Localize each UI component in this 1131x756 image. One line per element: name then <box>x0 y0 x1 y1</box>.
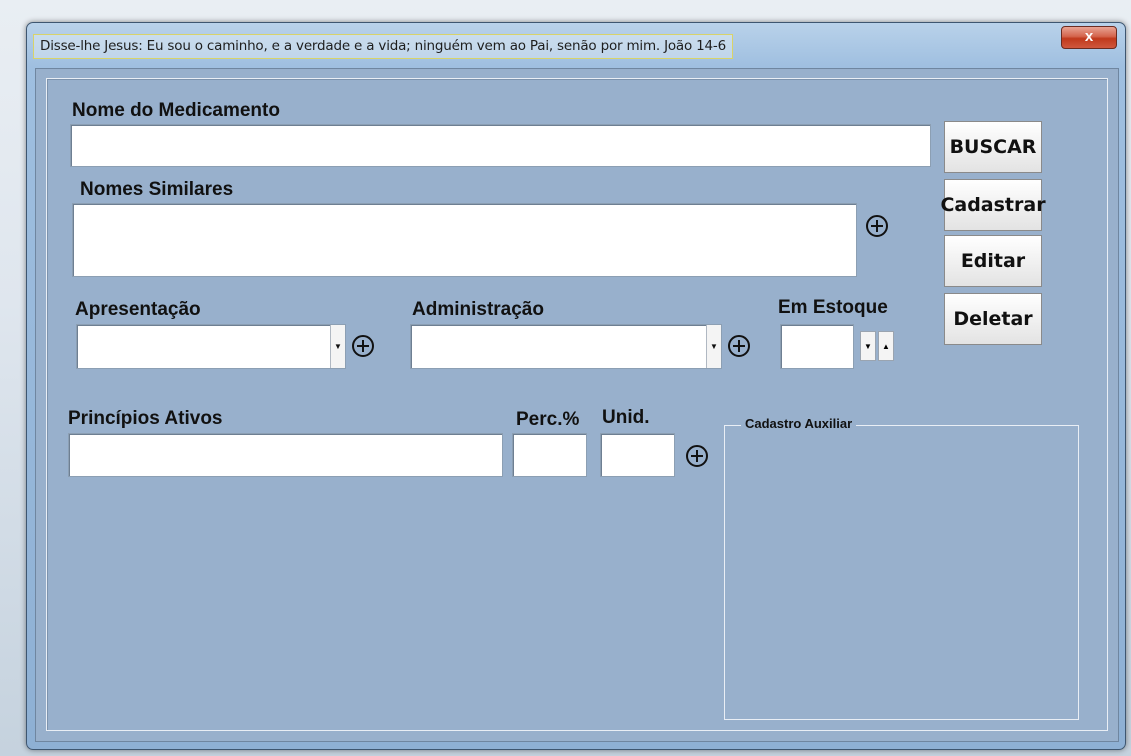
principios-ativos-input[interactable] <box>68 433 503 477</box>
perc-label: Perc.% <box>516 409 580 430</box>
client-area: Nome do Medicamento Nomes Similares Apre… <box>35 68 1119 742</box>
add-similar-icon[interactable] <box>866 215 888 237</box>
unid-input[interactable] <box>600 433 675 477</box>
nomes-similares-label: Nomes Similares <box>80 179 234 200</box>
administracao-select[interactable]: ▼ <box>410 324 722 369</box>
app-window: Disse-lhe Jesus: Eu sou o caminho, e a v… <box>26 22 1126 750</box>
spin-up-icon[interactable]: ▲ <box>878 331 894 361</box>
cadastro-auxiliar-title: Cadastro Auxiliar <box>741 416 857 431</box>
unid-label: Unid. <box>602 407 650 428</box>
window-title: Disse-lhe Jesus: Eu sou o caminho, e a v… <box>33 34 733 59</box>
cadastro-auxiliar-group: Cadastro Auxiliar <box>724 416 1079 720</box>
add-apresentacao-icon[interactable] <box>352 335 374 357</box>
spin-down-icon[interactable]: ▼ <box>860 331 876 361</box>
perc-input[interactable] <box>512 433 587 477</box>
add-principio-icon[interactable] <box>686 445 708 467</box>
em-estoque-label: Em Estoque <box>778 297 888 318</box>
deletar-button[interactable]: Deletar <box>944 293 1042 345</box>
close-button[interactable]: x <box>1061 26 1117 49</box>
add-administracao-icon[interactable] <box>728 335 750 357</box>
title-bar[interactable]: Disse-lhe Jesus: Eu sou o caminho, e a v… <box>27 23 1125 67</box>
principios-ativos-label: Princípios Ativos <box>68 408 223 429</box>
nomes-similares-textarea[interactable] <box>72 203 857 277</box>
editar-button[interactable]: Editar <box>944 235 1042 287</box>
cadastrar-button[interactable]: Cadastrar <box>940 179 1046 231</box>
apresentacao-select[interactable]: ▼ <box>76 324 346 369</box>
apresentacao-label: Apresentação <box>75 299 201 320</box>
em-estoque-input[interactable] <box>780 324 854 369</box>
chevron-down-icon[interactable]: ▼ <box>330 325 345 368</box>
nome-medicamento-label: Nome do Medicamento <box>72 100 280 121</box>
nome-medicamento-input[interactable] <box>70 124 931 167</box>
administracao-label: Administração <box>412 299 544 320</box>
close-icon: x <box>1084 28 1094 45</box>
chevron-down-icon[interactable]: ▼ <box>706 325 721 368</box>
buscar-button[interactable]: BUSCAR <box>944 121 1042 173</box>
